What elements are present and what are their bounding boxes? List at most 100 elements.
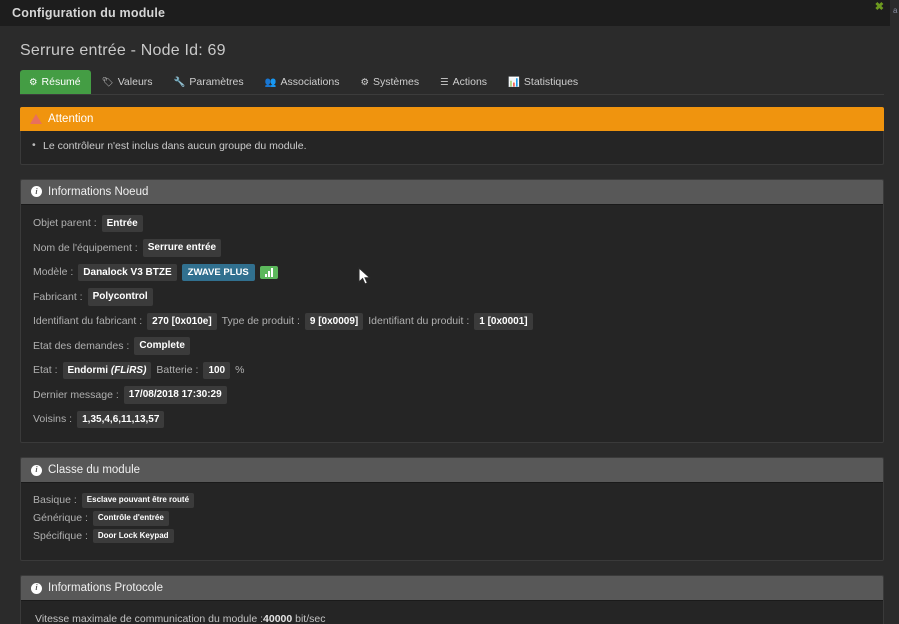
type-produit-value: 9 [0x0009] (304, 312, 364, 331)
etat-value-suffix: (FLiRS) (110, 364, 147, 376)
tab-label: Systèmes (372, 76, 420, 88)
id-produit-value: 1 [0x0001] (474, 312, 533, 331)
dialog-content: Serrure entrée - Node Id: 69 ⚙ Résumé 🏷 … (8, 26, 890, 624)
id-fabricant-label: Identifiant du fabricant : (33, 315, 143, 328)
protocol-information-panel: i Informations Protocole Vitesse maximal… (20, 575, 884, 624)
protocol-information-body: Vitesse maximale de communication du mod… (21, 601, 883, 624)
node-information-body: Objet parent : Entrée Nom de l'équipemen… (21, 205, 883, 443)
basique-value: Esclave pouvant être routé (81, 493, 195, 508)
module-class-body: Basique : Esclave pouvant être routé Gén… (21, 483, 883, 560)
module-class-header: i Classe du module (21, 458, 883, 484)
max-speed-unit: bit/sec (292, 613, 326, 624)
etat-label: Etat : (33, 364, 58, 377)
tab-parametres[interactable]: 🔧 Paramètres (165, 70, 254, 94)
panel-title: Informations Noeud (48, 185, 149, 198)
tab-resume[interactable]: ⚙ Résumé (20, 70, 91, 94)
dashboard-icon: ⚙ (29, 76, 38, 88)
specifique-value: Door Lock Keypad (92, 528, 174, 544)
row-basique: Basique : Esclave pouvant être routé (33, 493, 871, 508)
batterie-unit: % (235, 364, 245, 377)
nom-equipement-value: Serrure entrée (142, 239, 222, 257)
users-icon: 👥 (264, 76, 277, 88)
modele-label: Modèle : (33, 266, 74, 279)
tag-icon: 🏷 (101, 76, 114, 88)
fabricant-label: Fabricant : (33, 290, 83, 303)
row-dernier-message: Dernier message : 17/08/2018 17:30:29 (33, 386, 871, 404)
dialog-title: Configuration du module (12, 6, 166, 20)
row-voisins: Voisins : 1,35,4,6,11,13,57 (33, 410, 871, 429)
row-fabricant: Fabricant : Polycontrol (33, 288, 871, 306)
objet-parent-label: Objet parent : (33, 217, 97, 230)
row-objet-parent: Objet parent : Entrée (33, 214, 871, 233)
panel-title: Classe du module (48, 464, 141, 477)
dialog-titlebar: Configuration du module ✖ (0, 0, 890, 26)
tab-label: Valeurs (117, 76, 153, 88)
module-configuration-dialog: Configuration du module ✖ a Serrure entr… (0, 0, 899, 624)
tab-label: Actions (452, 76, 488, 88)
module-class-panel: i Classe du module Basique : Esclave pou… (20, 457, 884, 562)
status-badge: Endormi (FLiRS) (62, 361, 152, 380)
type-produit-label: Type de produit : (221, 315, 300, 328)
bar-chart-icon: 📊 (508, 76, 520, 88)
etat-demandes-value: Complete (134, 337, 190, 355)
row-nom-equipement: Nom de l'équipement : Serrure entrée (33, 239, 871, 257)
wrench-icon: 🔧 (173, 76, 186, 88)
tab-label: Associations (280, 76, 340, 88)
fabricant-value: Polycontrol (87, 288, 153, 306)
panel-title: Informations Protocole (48, 582, 164, 595)
batterie-label: Batterie : (156, 364, 199, 377)
attention-alert-title: Attention (48, 112, 94, 125)
row-modele: Modèle : Danalock V3 BTZE ZWAVE PLUS (33, 263, 871, 282)
max-speed-line: Vitesse maximale de communication du mod… (35, 613, 871, 624)
tab-label: Résumé (41, 76, 81, 88)
node-information-header: i Informations Noeud (21, 179, 883, 205)
tab-bar: ⚙ Résumé 🏷 Valeurs 🔧 Paramètres 👥 Associ… (20, 70, 884, 95)
tab-actions[interactable]: ☰ Actions (431, 70, 497, 94)
row-etat-demandes: Etat des demandes : Complete (33, 337, 871, 355)
tab-label: Paramètres (189, 76, 244, 88)
info-circle-icon: i (31, 186, 42, 198)
zwave-plus-badge: ZWAVE PLUS (181, 263, 255, 281)
close-icon[interactable]: ✖ (875, 2, 884, 13)
list-item: Le contrôleur n'est inclus dans aucun gr… (31, 139, 873, 152)
basique-label: Basique : (33, 494, 77, 507)
max-speed-value: 40000 (263, 613, 293, 624)
sliders-icon: ☰ (440, 76, 449, 88)
nom-equipement-label: Nom de l'équipement : (33, 241, 138, 254)
modele-value: Danalock V3 BTZE (78, 263, 177, 282)
id-fabricant-value: 270 [0x010e] (147, 312, 217, 331)
tab-valeurs[interactable]: 🏷 Valeurs (93, 70, 163, 94)
etat-demandes-label: Etat des demandes : (33, 339, 130, 352)
max-speed-label: Vitesse maximale de communication du mod… (35, 613, 264, 624)
row-etat-batterie: Etat : Endormi (FLiRS) Batterie : 100 % (33, 361, 871, 380)
batterie-value: 100 (203, 361, 231, 380)
info-circle-icon: i (31, 582, 42, 594)
tab-label: Statistiques (523, 76, 579, 88)
dernier-message-label: Dernier message : (33, 388, 119, 401)
row-generique: Générique : Contrôle d'entrée (33, 510, 871, 526)
signal-bars-icon (259, 265, 278, 279)
voisins-label: Voisins : (33, 413, 73, 426)
warning-triangle-icon (30, 113, 42, 124)
info-circle-icon: i (31, 464, 42, 476)
node-information-panel: i Informations Noeud Objet parent : Entr… (20, 178, 884, 444)
row-identifiants: Identifiant du fabricant : 270 [0x010e] … (33, 312, 871, 331)
specifique-label: Spécifique : (33, 530, 88, 543)
edge-glyph: a (893, 6, 898, 15)
generique-value: Contrôle d'entrée (92, 510, 169, 526)
tab-systemes[interactable]: ⚙ Systèmes (351, 70, 429, 94)
protocol-information-header: i Informations Protocole (21, 576, 883, 602)
gears-icon: ⚙ (360, 76, 369, 88)
page-title: Serrure entrée - Node Id: 69 (20, 42, 226, 59)
row-specifique: Spécifique : Door Lock Keypad (33, 528, 871, 544)
objet-parent-value: Entrée (101, 214, 143, 233)
id-produit-label: Identifiant du produit : (368, 315, 470, 328)
tab-statistiques[interactable]: 📊 Statistiques (499, 70, 588, 94)
attention-alert: Attention Le contrôleur n'est inclus dan… (20, 106, 884, 165)
attention-alert-body: Le contrôleur n'est inclus dans aucun gr… (20, 130, 884, 165)
attention-alert-header: Attention (20, 106, 884, 131)
dernier-message-value: 17/08/2018 17:30:29 (123, 386, 227, 404)
generique-label: Générique : (33, 512, 88, 525)
tab-associations[interactable]: 👥 Associations (256, 70, 350, 94)
etat-value: Endormi (67, 364, 109, 376)
